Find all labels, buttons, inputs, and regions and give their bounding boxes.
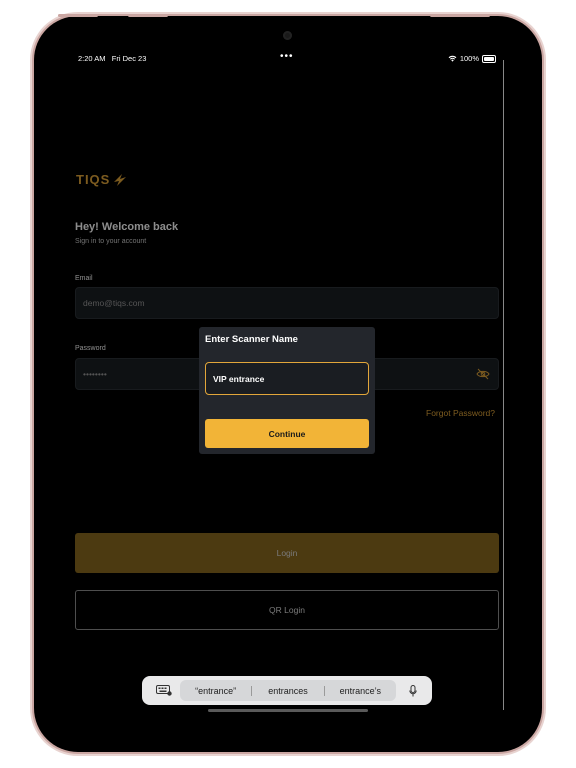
date-text: Fri Dec 23 bbox=[111, 54, 147, 63]
bolt-icon bbox=[114, 173, 127, 186]
suggestions: “entrance” entrances entrance’s bbox=[180, 680, 396, 701]
screen: 2:20 AM Fri Dec 23 ••• 100% TIQS Hey! We… bbox=[70, 50, 506, 718]
qr-login-button[interactable]: QR Login bbox=[75, 590, 499, 630]
dialog-title: Enter Scanner Name bbox=[205, 334, 298, 345]
battery-icon bbox=[482, 54, 496, 63]
password-value: •••••••• bbox=[83, 369, 107, 379]
status-right: 100% bbox=[448, 54, 496, 63]
keyboard-icon[interactable] bbox=[152, 685, 176, 696]
hardware-button bbox=[128, 14, 168, 17]
welcome-heading: Hey! Welcome back bbox=[75, 221, 179, 233]
camera-icon bbox=[283, 31, 292, 40]
hardware-button bbox=[58, 14, 98, 17]
password-label: Password bbox=[75, 345, 106, 352]
login-button[interactable]: Login bbox=[75, 533, 499, 573]
hardware-button bbox=[430, 14, 490, 17]
suggestion-item[interactable]: entrance’s bbox=[325, 686, 396, 696]
email-label: Email bbox=[75, 275, 93, 282]
email-field[interactable]: demo@tiqs.com bbox=[75, 287, 499, 319]
multitasking-dots[interactable]: ••• bbox=[280, 51, 294, 62]
suggestion-item[interactable]: entrances bbox=[252, 686, 323, 696]
keyboard-suggestion-bar: “entrance” entrances entrance’s bbox=[142, 676, 432, 705]
forgot-password-link[interactable]: Forgot Password? bbox=[426, 408, 495, 418]
home-indicator[interactable] bbox=[208, 709, 368, 712]
scanner-name-input[interactable]: VIP entrance bbox=[205, 362, 369, 395]
status-time: 2:20 AM Fri Dec 23 bbox=[78, 54, 146, 63]
email-placeholder: demo@tiqs.com bbox=[83, 298, 145, 308]
logo-text: TIQS bbox=[76, 172, 111, 187]
time-text: 2:20 AM bbox=[78, 54, 106, 63]
welcome-subheading: Sign in to your account bbox=[75, 238, 147, 245]
scanner-name-dialog: Enter Scanner Name VIP entrance Continue bbox=[199, 327, 375, 454]
battery-percent: 100% bbox=[459, 54, 479, 63]
continue-button[interactable]: Continue bbox=[205, 419, 369, 448]
microphone-icon[interactable] bbox=[400, 684, 426, 697]
scroll-indicator bbox=[503, 60, 504, 710]
status-bar: 2:20 AM Fri Dec 23 ••• 100% bbox=[70, 50, 506, 68]
wifi-icon bbox=[448, 55, 457, 62]
suggestion-item[interactable]: “entrance” bbox=[180, 686, 251, 696]
tiqs-logo: TIQS bbox=[76, 172, 128, 187]
eye-off-icon[interactable] bbox=[476, 368, 490, 382]
